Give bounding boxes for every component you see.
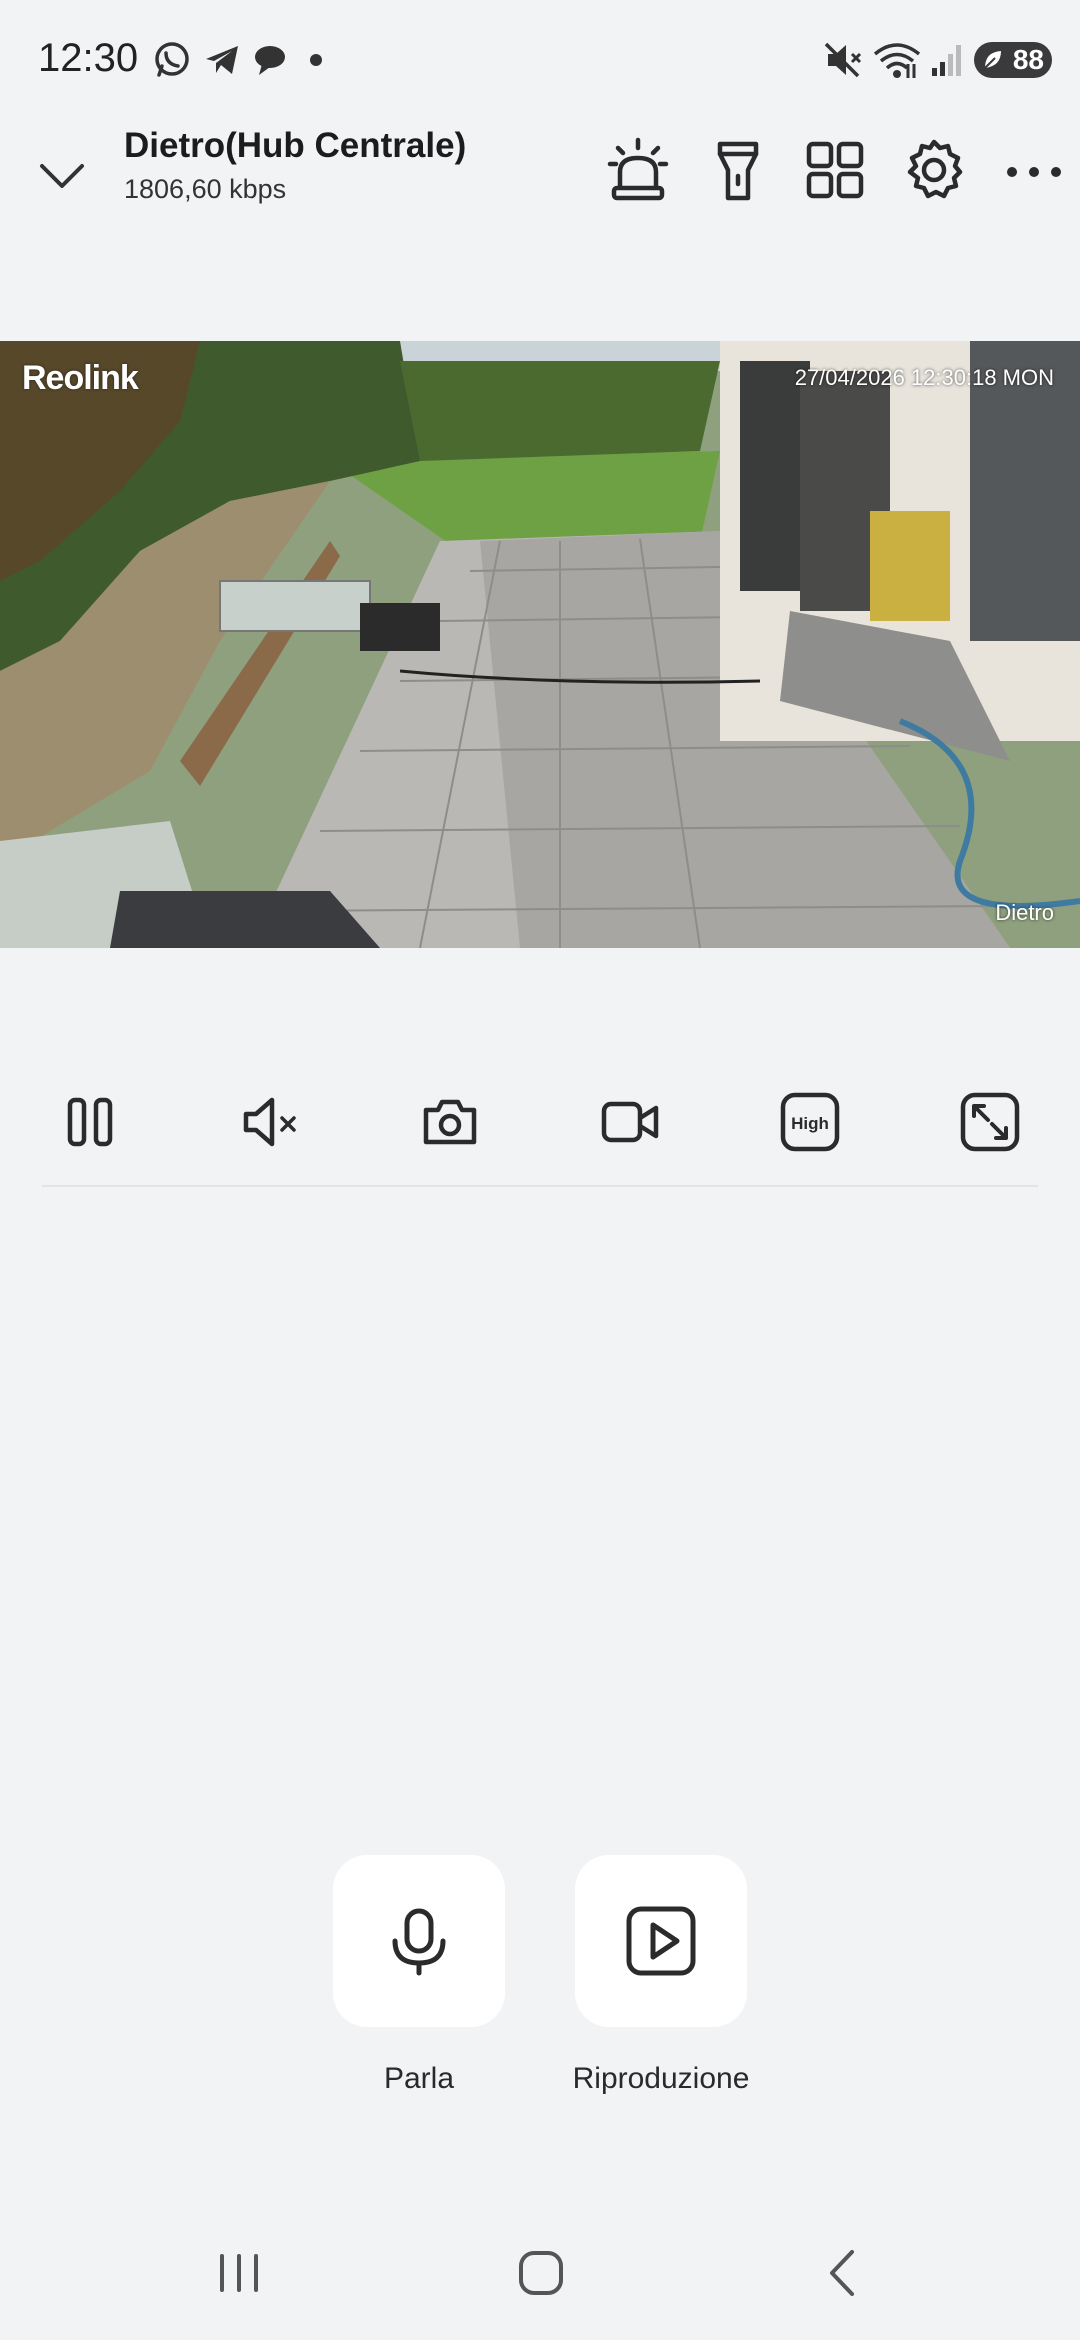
recent-apps-icon[interactable]	[204, 2238, 274, 2308]
bitrate-text: 1806,60 kbps	[124, 174, 287, 204]
microphone-icon	[392, 1908, 446, 1976]
status-bar: 12:30 88	[0, 0, 1080, 120]
playback-controls: High	[42, 1080, 1038, 1190]
home-icon[interactable]	[506, 2238, 576, 2308]
telegram-icon	[202, 40, 242, 80]
mute-icon[interactable]	[240, 1092, 300, 1152]
talk-label: Parla	[383, 2062, 455, 2095]
reolink-logo: Reolink	[22, 359, 139, 397]
fullscreen-icon[interactable]	[960, 1092, 1020, 1152]
camera-scene-image	[0, 341, 1080, 948]
camera-header: Dietro(Hub Centrale) 1806,60 kbps	[0, 120, 1080, 250]
back-icon[interactable]	[808, 2238, 878, 2308]
controls-divider	[42, 1185, 1038, 1187]
mute-icon	[822, 40, 862, 80]
settings-icon[interactable]	[902, 136, 966, 204]
leaf-icon	[984, 51, 1001, 69]
spotlight-icon[interactable]	[706, 136, 770, 204]
wifi-icon	[872, 40, 922, 80]
chevron-down-icon[interactable]	[36, 150, 88, 202]
live-video-feed[interactable]: Reolink 27/04/2026 12:30:18 MON Dietro	[0, 341, 1080, 948]
snapshot-icon[interactable]	[420, 1092, 480, 1152]
more-icon[interactable]	[1002, 136, 1066, 204]
quality-label: High	[791, 1114, 829, 1133]
pause-icon[interactable]	[60, 1092, 120, 1152]
system-nav-bar	[0, 2210, 1080, 2340]
video-camera-label: Dietro	[995, 900, 1054, 925]
playback-icon	[626, 1906, 696, 1976]
playback-button[interactable]	[575, 1855, 747, 2027]
siren-icon[interactable]	[606, 136, 670, 204]
battery-indicator: 88	[974, 42, 1052, 78]
quality-icon[interactable]: High	[780, 1092, 840, 1152]
signal-icon	[928, 40, 968, 80]
camera-title: Dietro(Hub Centrale)	[124, 126, 467, 165]
battery-level: 88	[1012, 44, 1044, 75]
whatsapp-icon	[152, 40, 192, 80]
chat-bubble-icon	[250, 40, 290, 80]
talk-button[interactable]	[333, 1855, 505, 2027]
playback-label: Riproduzione	[572, 2062, 750, 2095]
video-timestamp: 27/04/2026 12:30:18 MON	[794, 365, 1054, 390]
dot-icon	[300, 40, 340, 80]
record-icon[interactable]	[600, 1092, 660, 1152]
grid-icon[interactable]	[803, 136, 867, 204]
status-time: 12:30	[38, 36, 139, 80]
